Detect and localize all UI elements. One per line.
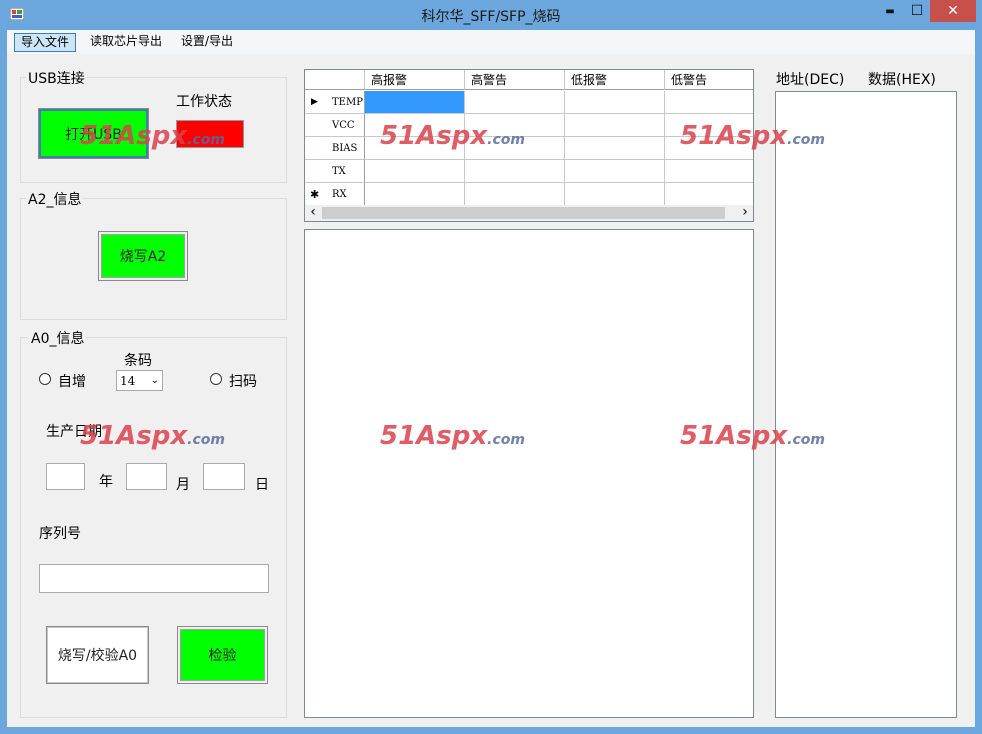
barcode-select-value: 14 [120, 373, 136, 388]
radio-auto-increment-label: 自增 [58, 374, 86, 390]
watermark: 51Aspx.com [680, 421, 825, 451]
window-frame-left [0, 30, 7, 734]
grid-cell[interactable] [565, 160, 665, 183]
grid-row-label: TEMP [332, 97, 363, 108]
barcode-select[interactable]: 14 ⌄ [116, 370, 163, 391]
write-verify-a0-button[interactable]: 烧写/校验A0 [46, 626, 149, 684]
grid-cell[interactable] [465, 183, 565, 206]
serial-number-input[interactable] [39, 564, 269, 593]
grid-row-header[interactable]: VCC [305, 114, 365, 137]
watermark: 51Aspx.com [80, 421, 225, 451]
grid-col-header-low-warning[interactable]: 低警告 [665, 70, 753, 90]
a0-group-label: A0_信息 [29, 328, 87, 348]
scroll-thumb[interactable] [322, 207, 725, 219]
grid-cell[interactable] [365, 183, 465, 206]
grid-col-header-high-alarm[interactable]: 高报警 [365, 70, 465, 90]
output-text-area[interactable] [304, 229, 754, 718]
watermark-suffix: .com [787, 432, 825, 448]
watermark: 51Aspx.com [680, 121, 825, 151]
grid-row-label: RX [332, 189, 347, 200]
menu-import-file[interactable]: 导入文件 [14, 33, 77, 52]
watermark: 51Aspx.com [380, 121, 525, 151]
minimize-button[interactable]: ▬ [876, 0, 904, 22]
watermark-text: 51Aspx [80, 421, 188, 451]
new-row-marker-icon: ✱ [310, 188, 320, 201]
grid-cell[interactable] [565, 137, 665, 160]
year-input[interactable] [46, 463, 85, 490]
grid-cell[interactable] [565, 183, 665, 206]
watermark-suffix: .com [487, 132, 525, 148]
day-input[interactable] [203, 463, 245, 490]
grid-cell[interactable] [665, 183, 753, 206]
grid-row-header[interactable]: BIAS [305, 137, 365, 160]
grid-cell[interactable] [565, 114, 665, 137]
write-a2-button[interactable]: 烧写A2 [98, 231, 188, 281]
watermark-suffix: .com [187, 432, 225, 448]
window-frame-bottom [0, 727, 982, 734]
radio-scan-label: 扫码 [229, 374, 257, 390]
watermark-text: 51Aspx [680, 421, 788, 451]
verify-button[interactable]: 检验 [177, 626, 268, 684]
radio-scan[interactable] [210, 373, 222, 385]
maximize-button[interactable]: ☐ [904, 0, 930, 22]
menu-settings-export[interactable]: 设置/导出 [175, 33, 239, 52]
grid-row-header[interactable]: ✱ RX [305, 183, 365, 206]
watermark-text: 51Aspx [680, 121, 788, 151]
menu-read-chip-export[interactable]: 读取芯片导出 [84, 33, 168, 52]
grid-row-header[interactable]: TX [305, 160, 365, 183]
chevron-down-icon: ⌄ [150, 375, 159, 386]
serial-number-label: 序列号 [39, 526, 81, 542]
watermark-text: 51Aspx [380, 121, 488, 151]
grid-cell[interactable] [665, 160, 753, 183]
grid-cell-selected[interactable] [365, 91, 465, 114]
address-data-list[interactable] [775, 91, 957, 718]
grid-cell[interactable] [665, 91, 753, 114]
month-input[interactable] [126, 463, 167, 490]
grid-col-header-low-alarm[interactable]: 低报警 [565, 70, 665, 90]
work-status-label: 工作状态 [176, 94, 232, 110]
radio-auto-increment[interactable] [39, 373, 51, 385]
a2-group-label: A2_信息 [26, 189, 84, 209]
usb-group-label: USB连接 [26, 68, 87, 88]
grid-cell[interactable] [565, 91, 665, 114]
window-frame-right [975, 30, 982, 734]
grid-corner-header [305, 70, 365, 90]
watermark: 51Aspx.com [380, 421, 525, 451]
watermark: 51Aspx.com [80, 121, 225, 151]
close-button[interactable]: ✕ [930, 0, 976, 22]
grid-row-label: BIAS [332, 143, 358, 154]
day-label: 日 [255, 477, 269, 493]
grid-col-header-high-warning[interactable]: 高警告 [465, 70, 565, 90]
watermark-text: 51Aspx [80, 121, 188, 151]
scroll-left-icon[interactable]: ‹ [305, 205, 321, 221]
barcode-label: 条码 [124, 353, 152, 369]
grid-row-header[interactable]: ▶ TEMP [305, 91, 365, 114]
scroll-right-icon[interactable]: › [737, 205, 753, 221]
watermark-text: 51Aspx [380, 421, 488, 451]
grid-cell[interactable] [465, 160, 565, 183]
grid-cell[interactable] [365, 160, 465, 183]
data-hex-label: 数据(HEX) [868, 72, 936, 88]
watermark-suffix: .com [487, 432, 525, 448]
current-row-marker-icon: ▶ [311, 97, 318, 107]
watermark-suffix: .com [187, 132, 225, 148]
grid-horizontal-scrollbar[interactable]: ‹ › [305, 205, 753, 221]
grid-row-label: TX [332, 166, 346, 177]
month-label: 月 [176, 477, 190, 493]
watermark-suffix: .com [787, 132, 825, 148]
year-label: 年 [99, 474, 113, 490]
address-dec-label: 地址(DEC) [776, 72, 845, 88]
grid-cell[interactable] [465, 91, 565, 114]
window-title: 科尔华_SFF/SFP_烧码 [421, 9, 561, 25]
grid-row-label: VCC [332, 120, 355, 131]
